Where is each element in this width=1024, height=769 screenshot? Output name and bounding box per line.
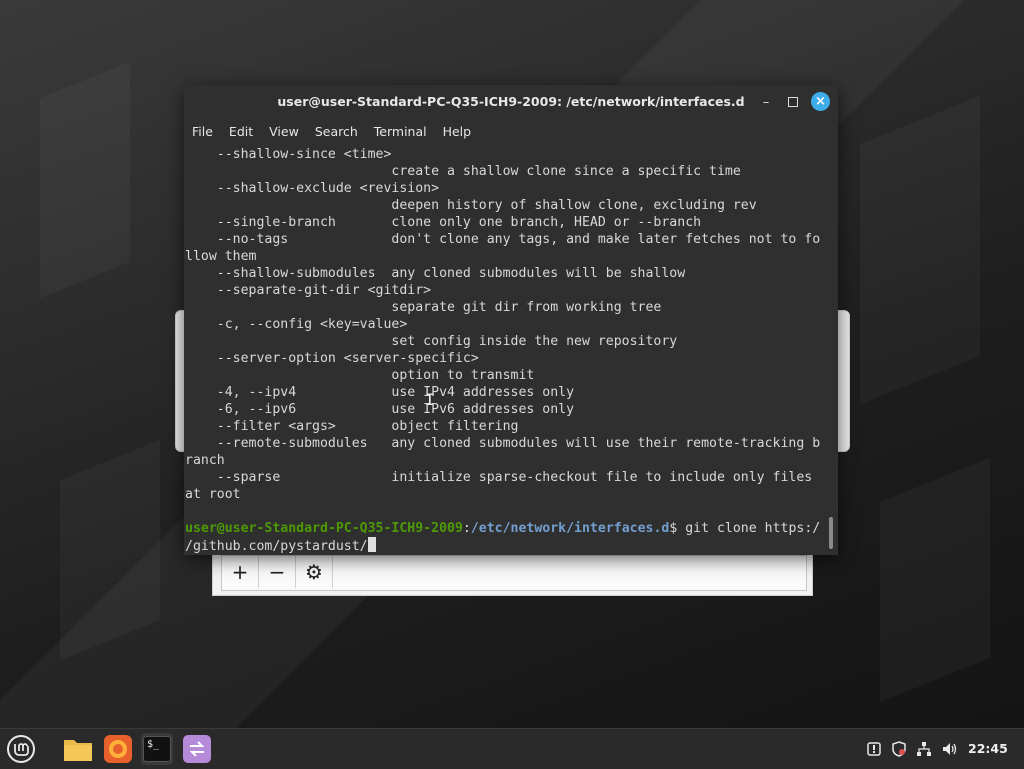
menu-search[interactable]: Search — [307, 124, 366, 139]
text-cursor-icon: I — [425, 390, 435, 409]
command-continuation: /github.com/pystardust/ — [185, 537, 825, 554]
menu-bar: File Edit View Search Terminal Help — [184, 118, 838, 144]
list-toolbar: + − ⚙ — [221, 555, 807, 591]
maximize-button[interactable] — [784, 93, 802, 111]
shield-icon[interactable] — [889, 739, 909, 759]
terminal-line: --sparse initialize sparse-checkout file… — [185, 470, 813, 485]
app-icon — [183, 735, 211, 763]
terminal-line: --server-option <server-specific> — [185, 351, 479, 366]
terminal-cursor — [367, 537, 376, 552]
terminal-line: deepen history of shallow clone, excludi… — [185, 198, 757, 213]
terminal-line: --no-tags don't clone any tags, and make… — [185, 232, 821, 247]
wallpaper-shape — [860, 96, 980, 404]
title-bar[interactable]: user@user-Standard-PC-Q35-ICH9-2009: /et… — [184, 85, 838, 118]
prompt-symbol: $ — [669, 521, 686, 536]
terminal-window[interactable]: user@user-Standard-PC-Q35-ICH9-2009: /et… — [184, 85, 838, 555]
terminal-output[interactable]: --shallow-since <time> create a shallow … — [185, 146, 825, 554]
menu-edit[interactable]: Edit — [221, 124, 261, 139]
menu-file[interactable]: File — [184, 124, 221, 139]
firefox-icon — [104, 735, 132, 763]
window-title: user@user-Standard-PC-Q35-ICH9-2009: /et… — [277, 94, 745, 109]
notifications-icon[interactable] — [864, 739, 884, 759]
network-icon[interactable] — [914, 739, 934, 759]
background-window-bottom: + − ⚙ — [212, 553, 813, 596]
terminal-line: --remote-submodules any cloned submodule… — [185, 436, 821, 451]
wallpaper-shape — [880, 458, 990, 702]
menu-button[interactable] — [5, 733, 37, 765]
wallpaper-shape — [60, 440, 160, 660]
wallpaper-shape — [40, 62, 130, 298]
terminal-button[interactable]: $_ — [141, 733, 173, 765]
terminal-line: --shallow-submodules any cloned submodul… — [185, 266, 686, 281]
prompt-line: user@user-Standard-PC-Q35-ICH9-2009:/etc… — [185, 520, 825, 537]
prompt-user: user@user-Standard-PC-Q35-ICH9-2009 — [185, 521, 463, 536]
terminal-icon: $_ — [143, 736, 171, 762]
terminal-line: at root — [185, 487, 241, 502]
menu-terminal[interactable]: Terminal — [366, 124, 435, 139]
terminal-line: ranch — [185, 453, 225, 468]
scrollbar[interactable] — [829, 517, 833, 549]
app-button[interactable] — [181, 733, 213, 765]
terminal-line: --filter <args> object filtering — [185, 419, 519, 434]
settings-button[interactable]: ⚙ — [296, 556, 333, 588]
clock[interactable]: 22:45 — [968, 741, 1008, 756]
add-button[interactable]: + — [222, 556, 259, 588]
terminal-line: --shallow-since <time> — [185, 147, 392, 162]
command-text: /github.com/pystardust/ — [185, 539, 368, 554]
terminal-line: --separate-git-dir <gitdir> — [185, 283, 432, 298]
terminal-line: create a shallow clone since a specific … — [185, 164, 741, 179]
terminal-line: -4, --ipv4 use IPv4 addresses only — [185, 385, 575, 400]
taskbar: $_ 22:45 — [0, 728, 1024, 769]
remove-button[interactable]: − — [259, 556, 296, 588]
volume-icon[interactable] — [940, 739, 960, 759]
folder-icon — [64, 740, 92, 761]
terminal-line: set config inside the new repository — [185, 334, 678, 349]
command-text: git clone https:/ — [685, 521, 821, 536]
terminal-line: --shallow-exclude <revision> — [185, 181, 440, 196]
terminal-line: option to transmit — [185, 368, 535, 383]
terminal-line: llow them — [185, 249, 257, 264]
terminal-line: --single-branch clone only one branch, H… — [185, 215, 702, 230]
menu-help[interactable]: Help — [435, 124, 480, 139]
minimize-button[interactable]: – — [757, 93, 775, 111]
menu-view[interactable]: View — [261, 124, 307, 139]
terminal-line: separate git dir from working tree — [185, 300, 662, 315]
close-button[interactable]: × — [811, 92, 830, 111]
prompt-path: /etc/network/interfaces.d — [470, 521, 670, 536]
terminal-line: -6, --ipv6 use IPv6 addresses only — [185, 402, 575, 417]
firefox-button[interactable] — [102, 733, 134, 765]
prompt-separator: : — [462, 521, 471, 536]
maximize-icon — [788, 97, 798, 107]
files-button[interactable] — [62, 733, 94, 765]
terminal-line: -c, --config <key=value> — [185, 317, 408, 332]
mint-logo-icon — [7, 735, 35, 763]
